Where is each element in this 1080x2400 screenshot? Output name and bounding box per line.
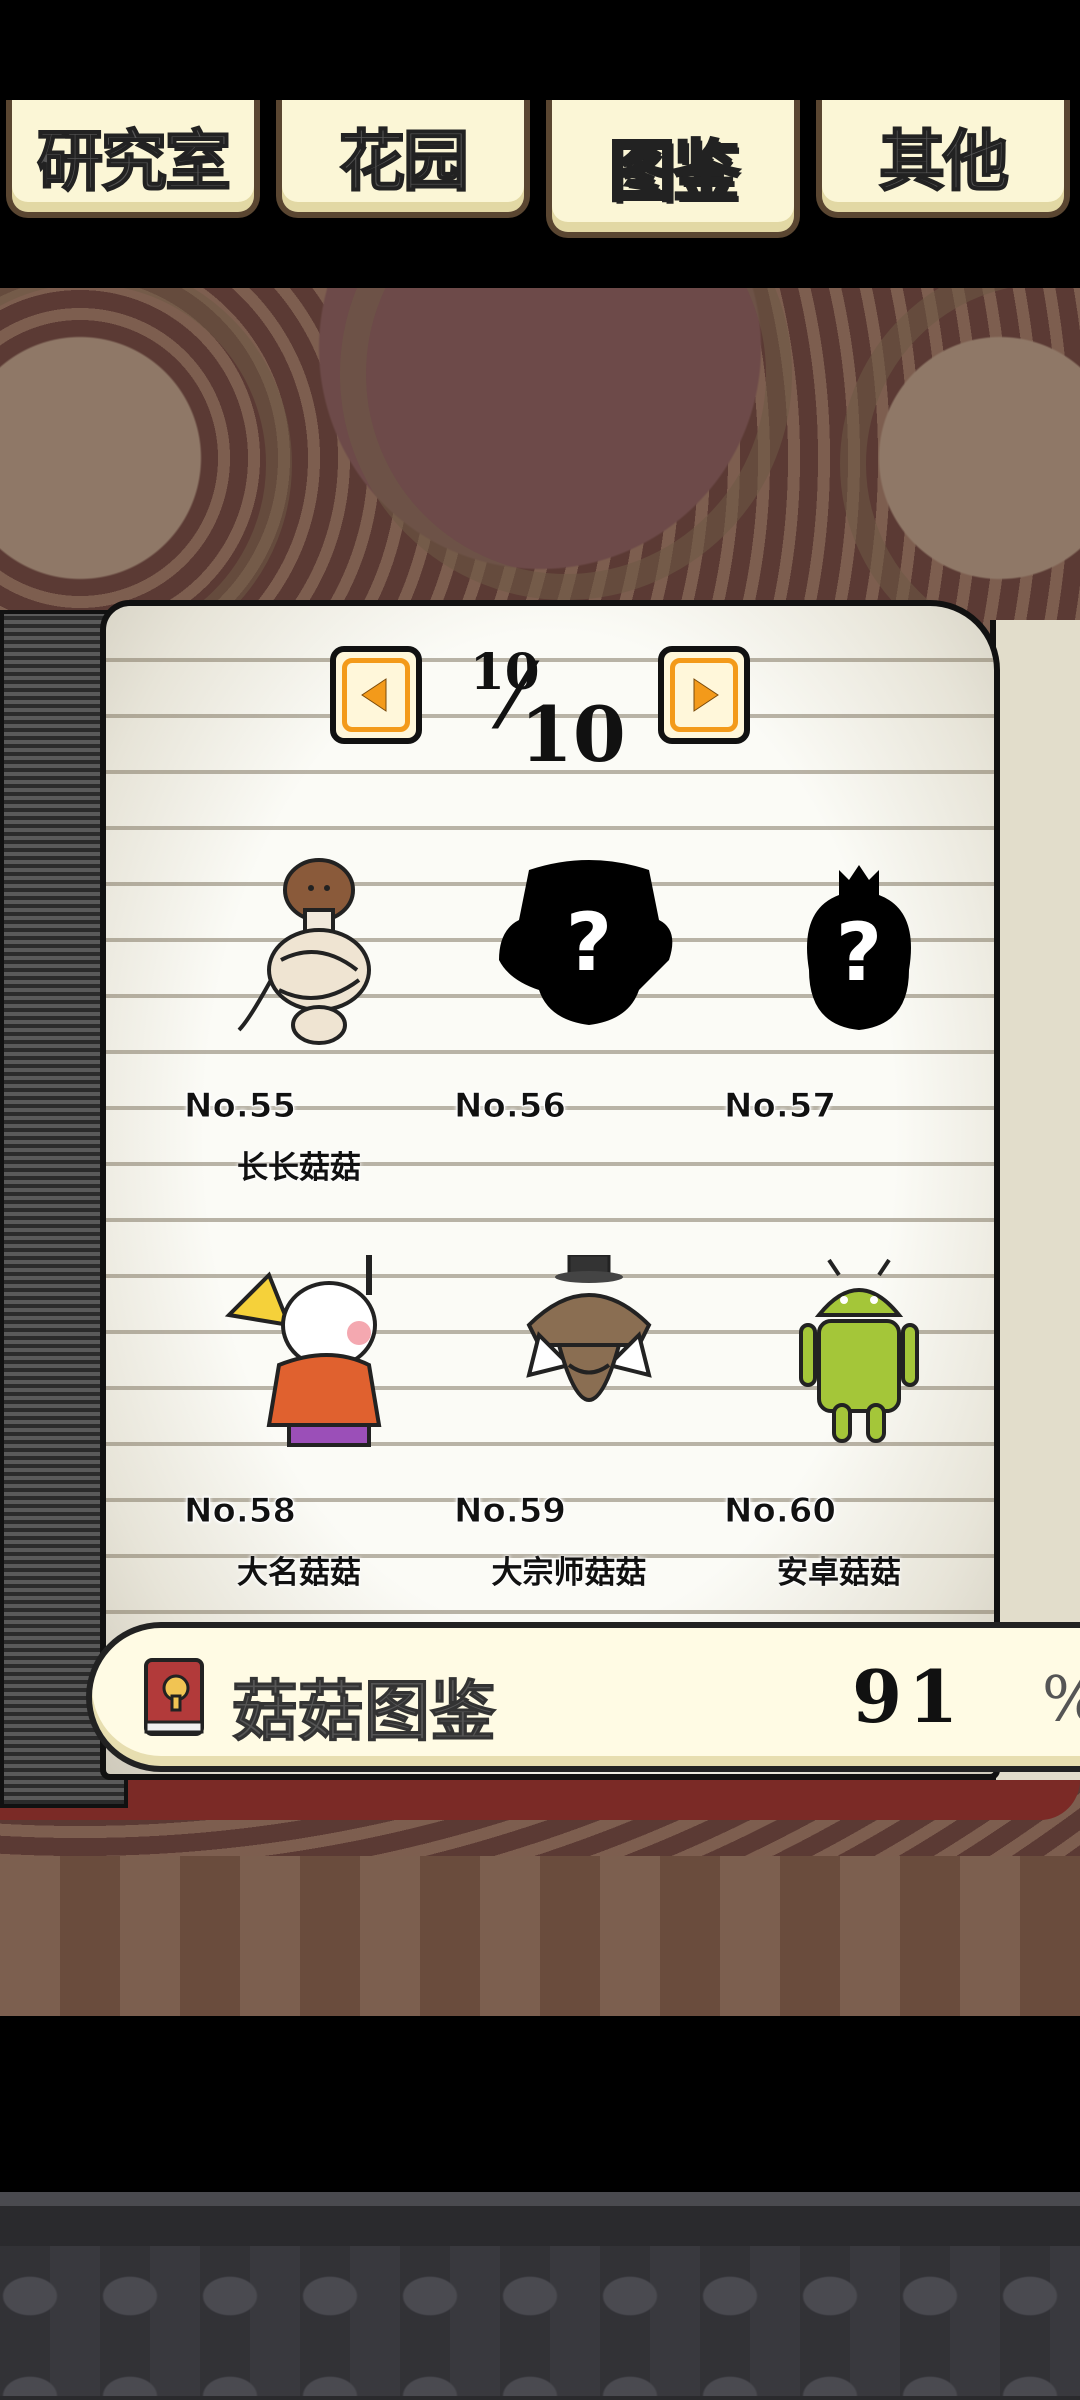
svg-text:?: ?	[836, 906, 882, 999]
entry-55[interactable]: No.55 长长菇菇	[183, 850, 454, 1190]
page-indicator: 10 ⁄ 10	[460, 634, 626, 779]
entry-number: No.57	[723, 1086, 837, 1127]
book-right-page	[990, 620, 1080, 1780]
page-lines	[106, 606, 994, 1774]
tab-laboratory[interactable]: 研究室	[6, 100, 260, 218]
game-screen: 研究室 花园 图鉴 其他 10 ⁄ 10 No.55 长长菇菇 ? No.56 …	[0, 0, 1080, 2400]
total-pages: 10	[520, 690, 626, 779]
collection-label: 菇菇图鉴	[232, 1673, 497, 1751]
entry-number: No.58	[183, 1491, 297, 1532]
tab-bar: 研究室 花园 图鉴 其他	[0, 100, 1080, 240]
android-mushroom-icon	[799, 1258, 919, 1443]
floor-pattern	[0, 1856, 1080, 2016]
svg-text:?: ?	[566, 896, 612, 989]
entry-number: No.60	[723, 1491, 837, 1532]
locked-silhouette-icon: ?	[807, 865, 911, 1030]
entry-57[interactable]: ? No.57	[723, 850, 994, 1190]
tab-label: 研究室	[36, 122, 232, 201]
grandmaster-mushroom-icon	[526, 1255, 652, 1402]
left-arrow-icon	[361, 678, 387, 712]
bottom-pattern	[0, 2246, 1080, 2396]
collection-percent: 91	[852, 1654, 965, 1739]
entry-60[interactable]: No.60 安卓菇菇	[723, 1255, 994, 1595]
entry-name: 大名菇菇	[237, 1555, 361, 1591]
long-mushroom-icon	[237, 858, 371, 1045]
tab-label: 花园	[338, 122, 470, 201]
entry-56[interactable]: ? No.56	[453, 850, 724, 1190]
tab-label: 其他	[878, 122, 1010, 201]
entry-number: No.56	[453, 1086, 567, 1127]
book-icon	[144, 1658, 204, 1736]
tab-encyclopedia[interactable]: 图鉴	[546, 100, 800, 238]
collection-progress-bar: 菇菇图鉴 91 %	[86, 1622, 1080, 1772]
prev-page-button[interactable]	[330, 646, 422, 744]
next-page-button[interactable]	[658, 646, 750, 744]
entry-number: No.55	[183, 1086, 297, 1127]
tab-label: 图鉴	[608, 132, 741, 212]
locked-silhouette-icon: ?	[499, 860, 673, 1025]
percent-sign: %	[1042, 1662, 1080, 1735]
tab-other[interactable]: 其他	[816, 100, 1070, 218]
entry-name: 大宗师菇菇	[491, 1555, 647, 1591]
ornament-ring	[340, 288, 792, 600]
tab-garden[interactable]: 花园	[276, 100, 530, 218]
entry-59[interactable]: No.59 大宗师菇菇	[453, 1255, 724, 1595]
entry-name: 安卓菇菇	[777, 1555, 901, 1591]
entry-number: No.59	[453, 1491, 567, 1532]
entry-name: 长长菇菇	[237, 1150, 361, 1186]
daimyo-mushroom-icon	[224, 1255, 382, 1447]
bottom-decoration	[0, 2192, 1080, 2400]
right-arrow-icon	[693, 678, 719, 712]
entry-58[interactable]: No.58 大名菇菇	[183, 1255, 454, 1595]
